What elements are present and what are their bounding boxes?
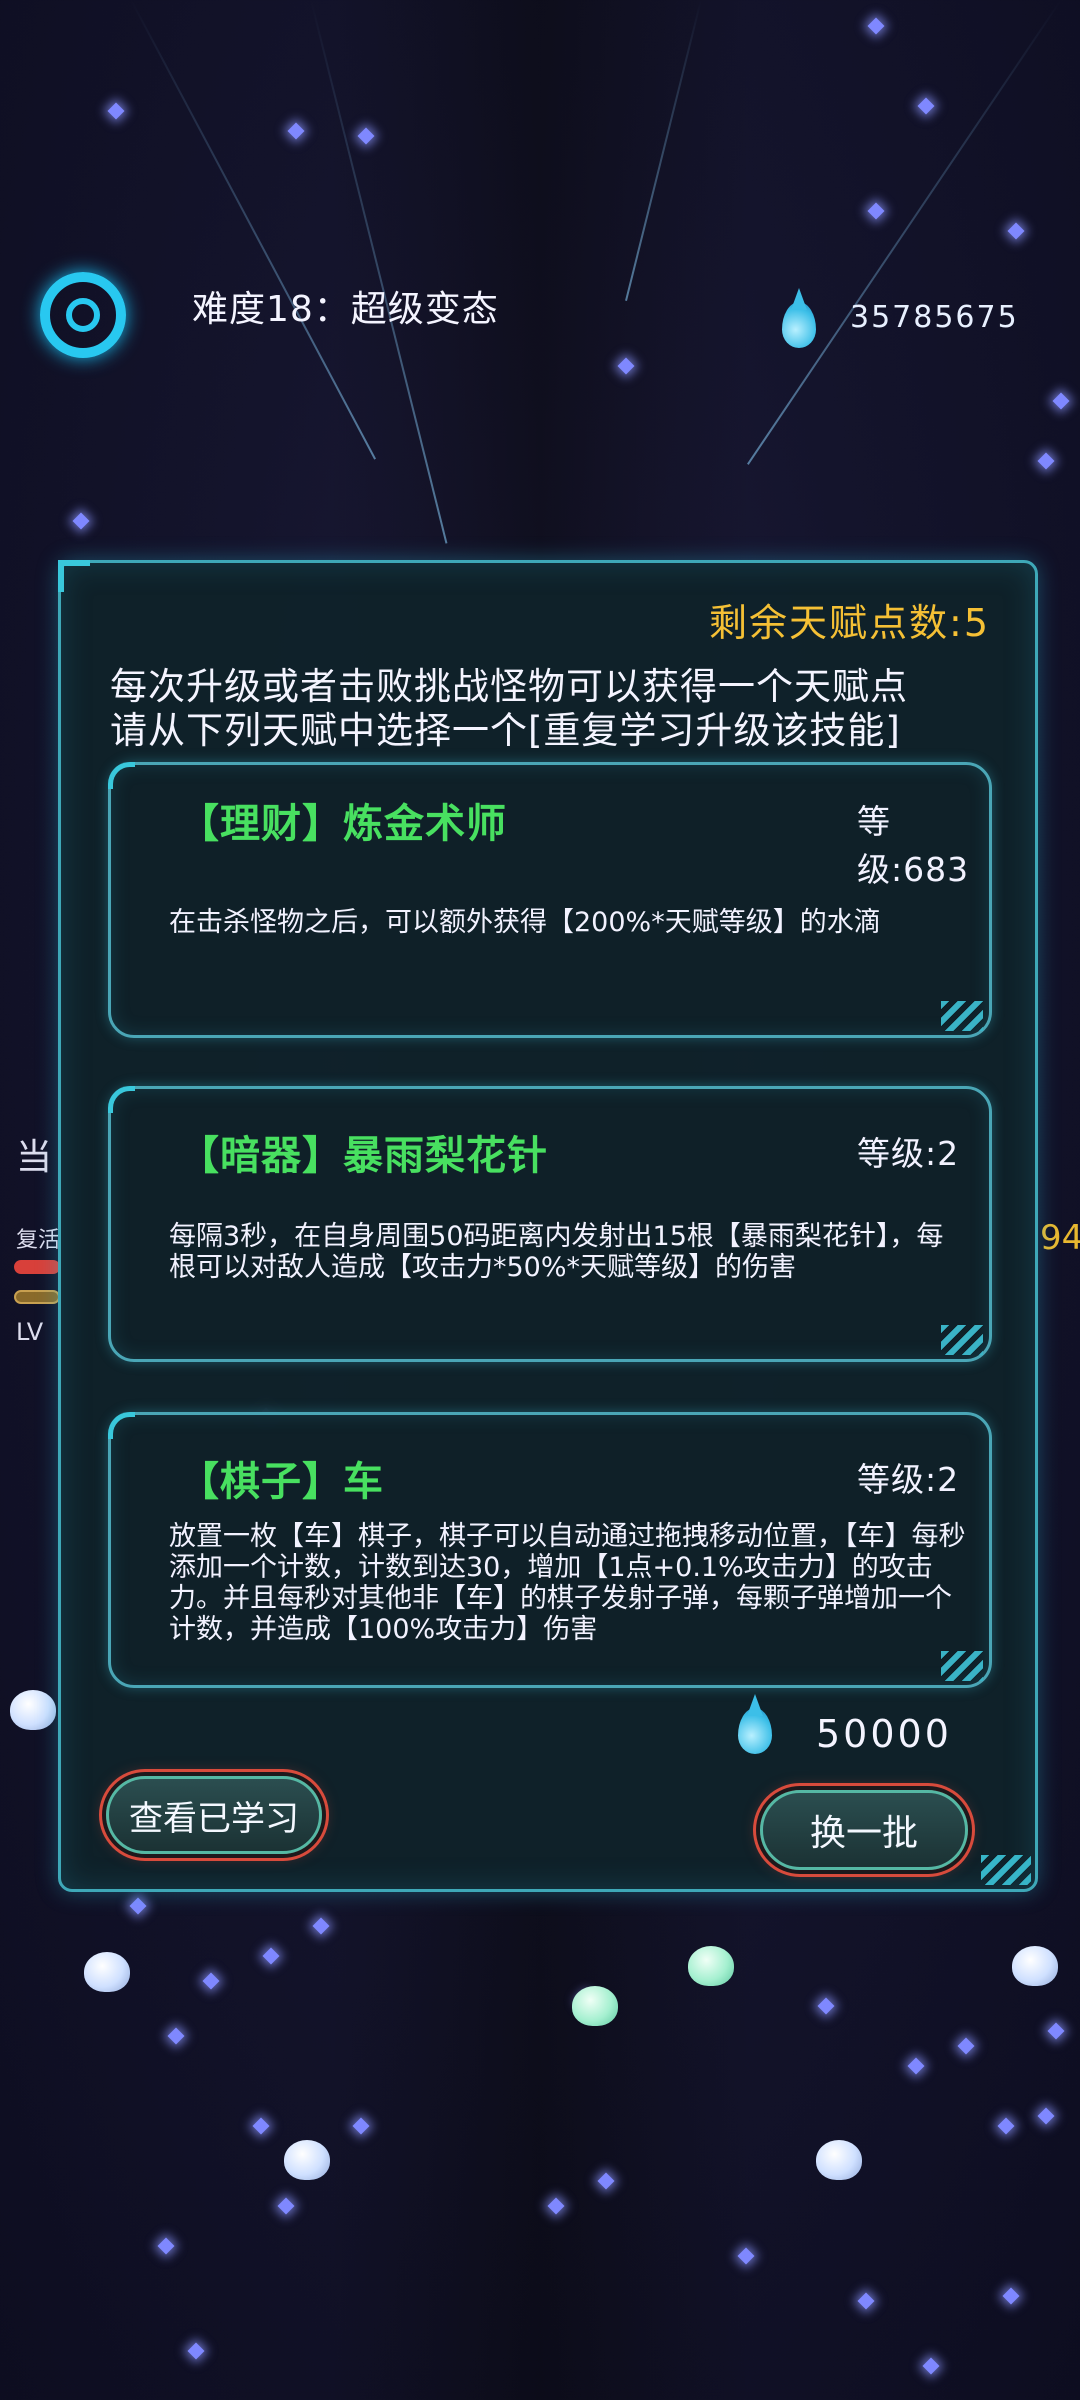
star-decoration bbox=[867, 202, 885, 220]
star-decoration bbox=[1037, 452, 1055, 470]
talent-card-title: 【理财】炼金术师 bbox=[179, 801, 507, 847]
star-decoration bbox=[1037, 2107, 1055, 2125]
exp-bar bbox=[14, 1290, 60, 1304]
star-decoration bbox=[957, 2037, 975, 2055]
star-decoration bbox=[1002, 2287, 1020, 2305]
creature-enemy bbox=[572, 1986, 618, 2026]
talent-card-rain-needles[interactable]: 【暗器】暴雨梨花针 等级:2 每隔3秒，在自身周围50码距离内发射出15根【暴雨… bbox=[108, 1086, 992, 1362]
star-decoration bbox=[922, 2357, 940, 2375]
side-label-revive: 复活 bbox=[16, 1228, 61, 1253]
star-decoration bbox=[817, 1997, 835, 2015]
creature-enemy bbox=[1012, 1946, 1058, 1986]
water-drop-icon bbox=[782, 302, 816, 348]
star-decoration bbox=[867, 17, 885, 35]
creature-enemy bbox=[688, 1946, 734, 1986]
currency-count: 35785675 bbox=[850, 300, 1019, 335]
creature-enemy bbox=[284, 2140, 330, 2180]
view-learned-button[interactable]: 查看已学习 bbox=[106, 1776, 322, 1854]
talent-card-level: 等级:2 bbox=[857, 1460, 960, 1499]
star-decoration bbox=[1047, 2022, 1065, 2040]
side-label-lv: LV bbox=[16, 1318, 44, 1346]
star-decoration bbox=[202, 1972, 220, 1990]
creature-enemy bbox=[10, 1690, 56, 1730]
star-decoration bbox=[277, 2197, 295, 2215]
card-stripes-decoration bbox=[941, 1325, 983, 1355]
talent-card-description: 在击杀怪物之后，可以额外获得【200%*天赋等级】的水滴 bbox=[169, 907, 881, 938]
card-stripes-decoration bbox=[941, 1001, 983, 1031]
refresh-batch-button[interactable]: 换一批 bbox=[760, 1790, 968, 1870]
panel-corner-decoration bbox=[981, 1855, 1031, 1885]
target-ring-icon[interactable] bbox=[40, 272, 126, 358]
talent-card-description: 每隔3秒，在自身周围50码距离内发射出15根【暴雨梨花针】，每根可以对敌人造成【… bbox=[169, 1221, 944, 1283]
star-decoration bbox=[262, 1947, 280, 1965]
talent-card-description: 放置一枚【车】棋子，棋子可以自动通过拖拽移动位置，【车】每秒添加一个计数，计数到… bbox=[169, 1521, 966, 1645]
star-decoration bbox=[107, 102, 125, 120]
water-drop-icon bbox=[738, 1708, 772, 1754]
star-decoration bbox=[72, 512, 90, 530]
side-number-right: 94 bbox=[1040, 1218, 1080, 1258]
talent-card-title: 【暗器】暴雨梨花针 bbox=[179, 1133, 548, 1179]
star-decoration bbox=[157, 2237, 175, 2255]
star-decoration bbox=[187, 2342, 205, 2360]
star-decoration bbox=[917, 97, 935, 115]
star-decoration bbox=[907, 2057, 925, 2075]
star-decoration bbox=[857, 2292, 875, 2310]
star-decoration bbox=[287, 122, 305, 140]
talent-card-chariot[interactable]: 【棋子】车 等级:2 放置一枚【车】棋子，棋子可以自动通过拖拽移动位置，【车】每… bbox=[108, 1412, 992, 1688]
talent-card-alchemist[interactable]: 【理财】炼金术师 等级:683 在击杀怪物之后，可以额外获得【200%*天赋等级… bbox=[108, 762, 992, 1038]
creature-enemy bbox=[816, 2140, 862, 2180]
star-decoration bbox=[312, 1917, 330, 1935]
star-decoration bbox=[997, 2117, 1015, 2135]
side-label-dang: 当 bbox=[16, 1137, 53, 1178]
star-decoration bbox=[1052, 392, 1070, 410]
creature-enemy bbox=[84, 1952, 130, 1992]
star-decoration bbox=[1007, 222, 1025, 240]
star-decoration bbox=[252, 2117, 270, 2135]
refresh-cost: 50000 bbox=[816, 1712, 952, 1756]
card-stripes-decoration bbox=[941, 1651, 983, 1681]
remaining-talent-points: 剩余天赋点数:5 bbox=[709, 601, 990, 645]
talent-card-level: 等级:2 bbox=[857, 1134, 960, 1173]
talent-card-title: 【棋子】车 bbox=[179, 1459, 384, 1505]
talent-card-level: 等级:683 bbox=[857, 802, 970, 889]
health-bar bbox=[14, 1260, 60, 1274]
difficulty-label: 难度18：超级变态 bbox=[192, 289, 499, 330]
panel-description-line-2: 请从下列天赋中选择一个[重复学习升级该技能] bbox=[110, 709, 901, 752]
star-decoration bbox=[167, 2027, 185, 2045]
star-decoration bbox=[129, 1897, 147, 1915]
